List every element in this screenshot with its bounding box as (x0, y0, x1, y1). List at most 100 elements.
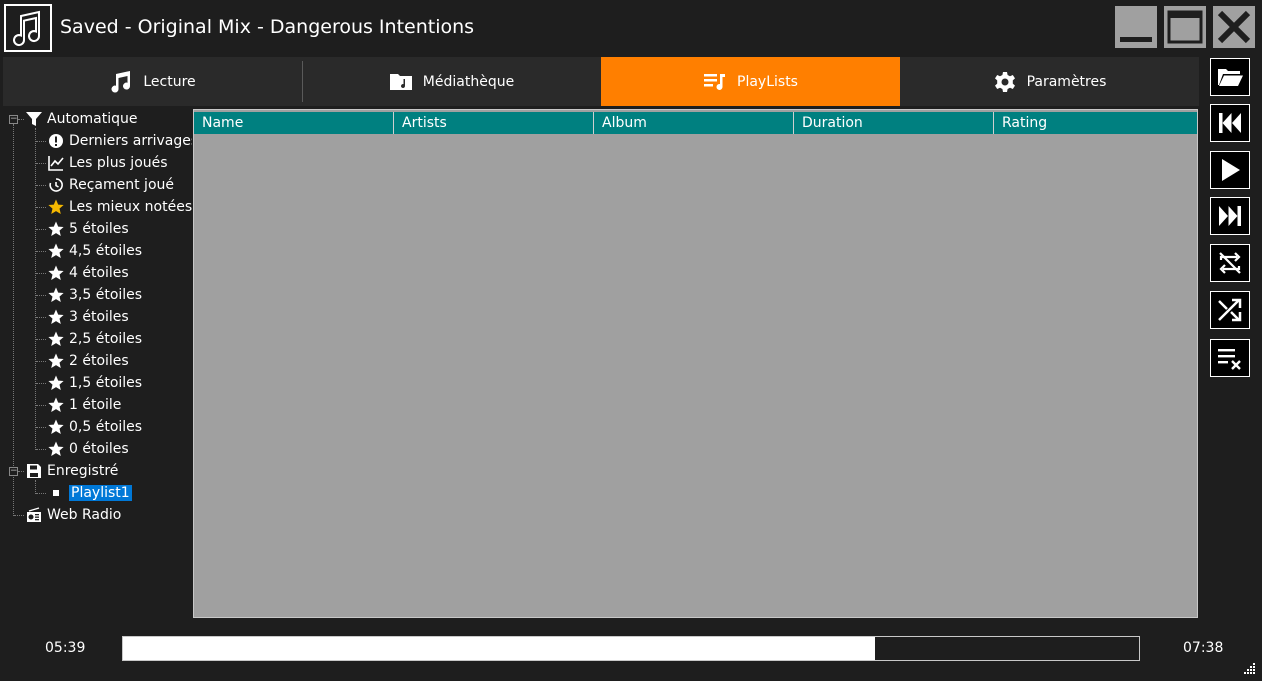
column-header-artists[interactable]: Artists (394, 112, 594, 134)
playlist-icon (704, 73, 726, 90)
tree-item-rating[interactable]: 1,5 étoiles (47, 373, 142, 393)
star-icon (47, 330, 65, 348)
tree-item-rating[interactable]: 5 étoiles (47, 219, 129, 239)
next-button[interactable] (1210, 197, 1250, 235)
tab-parametres[interactable]: Paramètres (900, 57, 1199, 106)
tree-item-rating[interactable]: 1 étoile (47, 395, 121, 415)
star-icon (47, 396, 65, 414)
elapsed-time: 05:39 (45, 640, 86, 656)
previous-button[interactable] (1210, 104, 1250, 142)
tree-node-label: Enregistré (47, 463, 119, 479)
tree-connector (36, 405, 46, 406)
filter-icon (25, 110, 43, 128)
progress-fill (123, 637, 875, 660)
open-button[interactable] (1210, 58, 1250, 96)
save-icon (25, 462, 43, 480)
tree-item-label: 3 étoiles (69, 309, 129, 325)
tree-item-label: 4 étoiles (69, 265, 129, 281)
title-bar[interactable]: Saved - Original Mix - Dangerous Intenti… (0, 0, 1262, 58)
tree-item-rating[interactable]: 0 étoiles (47, 439, 129, 459)
open-folder-icon (1218, 69, 1243, 86)
tree-connector (36, 383, 46, 384)
tree-item-label: 1 étoile (69, 397, 122, 413)
playlist-grid[interactable]: Name Artists Album Duration Rating (193, 109, 1198, 618)
tree-connector (36, 163, 46, 164)
tree-item-rating[interactable]: 3 étoiles (47, 307, 129, 327)
tab-playlists[interactable]: PlayLists (601, 57, 900, 106)
tree-node-label: Web Radio (47, 507, 122, 523)
star-icon (47, 352, 65, 370)
tree-node-automatique[interactable]: Automatique (25, 109, 137, 129)
minimize-button[interactable] (1115, 6, 1157, 48)
column-header-duration[interactable]: Duration (794, 112, 994, 134)
clear-playlist-icon (1218, 349, 1241, 370)
tree-node-web-radio[interactable]: Web Radio (25, 505, 121, 525)
maximize-button[interactable] (1164, 6, 1206, 48)
playlist-tree[interactable]: − Automatique Derniers arrivages Les plu… (3, 108, 192, 618)
minimize-icon (1120, 37, 1152, 42)
tree-item-rating[interactable]: 4 étoiles (47, 263, 129, 283)
star-icon (47, 242, 65, 260)
column-header-album[interactable]: Album (594, 112, 794, 134)
tree-item-playlist1[interactable]: Playlist1 (47, 483, 132, 503)
tree-item-rating[interactable]: 0,5 étoiles (47, 417, 142, 437)
tree-connector (36, 449, 46, 450)
next-icon (1219, 206, 1241, 226)
tab-label: Médiathèque (422, 73, 515, 90)
tree-node-enregistre[interactable]: Enregistré (25, 461, 118, 481)
tree-node-label: Automatique (47, 111, 138, 127)
clear-playlist-button[interactable] (1210, 339, 1250, 377)
tree-item-rating[interactable]: 4,5 étoiles (47, 241, 142, 261)
collapse-toggle[interactable]: − (9, 467, 18, 476)
tree-connector (36, 493, 46, 494)
close-icon (1217, 10, 1251, 44)
column-header-rating[interactable]: Rating (994, 112, 1197, 134)
repeat-button[interactable] (1210, 244, 1250, 282)
tree-item-label: Les mieux notées (69, 199, 192, 215)
shuffle-button[interactable] (1210, 291, 1250, 329)
total-time: 07:38 (1183, 640, 1224, 656)
tree-item-rating[interactable]: 3,5 étoiles (47, 285, 142, 305)
shuffle-icon (1218, 298, 1242, 322)
tab-label: Paramètres (1026, 73, 1107, 90)
tree-item-derniers-arrivages[interactable]: Derniers arrivages (47, 131, 192, 151)
tree-item-label: 0,5 étoiles (69, 419, 143, 435)
close-button[interactable] (1213, 6, 1255, 48)
tree-connector (36, 229, 46, 230)
history-icon (47, 176, 65, 194)
tree-connector (36, 295, 46, 296)
tree-connector (18, 119, 24, 120)
tree-item-rating[interactable]: 2,5 étoiles (47, 329, 142, 349)
gold-star-icon (47, 198, 65, 216)
tree-item-label: 3,5 étoiles (69, 287, 143, 303)
grid-header: Name Artists Album Duration Rating (194, 112, 1197, 134)
playlist-square-icon (47, 484, 65, 502)
radio-icon (25, 506, 43, 524)
tree-item-label: Playlist1 (69, 485, 132, 501)
tree-item-recament-joue[interactable]: Reçament joué (47, 175, 174, 195)
star-icon (47, 440, 65, 458)
tree-item-label: 5 étoiles (69, 221, 129, 237)
tab-label: PlayLists (737, 73, 798, 90)
tree-item-rating[interactable]: 2 étoiles (47, 351, 129, 371)
tree-connector (35, 128, 36, 450)
tree-item-plus-joues[interactable]: Les plus joués (47, 153, 168, 173)
tree-connector (18, 471, 24, 472)
window-title: Saved - Original Mix - Dangerous Intenti… (60, 16, 475, 38)
tab-lecture[interactable]: Lecture (3, 57, 302, 106)
star-icon (47, 286, 65, 304)
tree-connector (14, 515, 24, 516)
column-header-name[interactable]: Name (194, 112, 394, 134)
star-icon (47, 374, 65, 392)
gear-icon (994, 71, 1015, 92)
play-button[interactable] (1210, 151, 1250, 189)
tree-connector (36, 339, 46, 340)
tree-item-mieux-notees[interactable]: Les mieux notées (47, 197, 192, 217)
collapse-toggle[interactable]: − (9, 115, 18, 124)
tree-item-label: Reçament joué (69, 177, 174, 193)
tree-connector (36, 185, 46, 186)
tab-mediatheque[interactable]: Médiathèque (302, 57, 601, 106)
progress-bar[interactable] (122, 636, 1140, 661)
tree-connector (36, 251, 46, 252)
resize-grip-icon[interactable] (1242, 661, 1256, 675)
